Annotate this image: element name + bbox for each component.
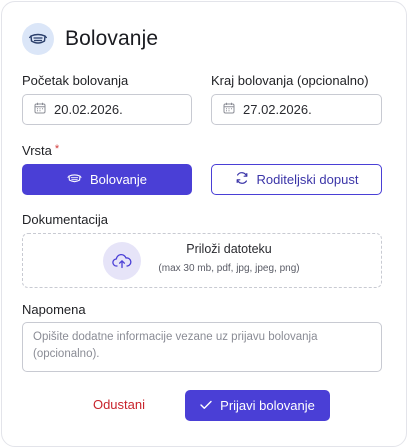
cycle-icon xyxy=(235,171,249,188)
dialog-title: Bolovanje xyxy=(65,27,159,50)
file-upload-dropzone[interactable]: Priloži datoteku (max 30 mb, pdf, jpg, j… xyxy=(22,233,382,288)
mask-icon xyxy=(22,23,54,55)
dialog-header: Bolovanje xyxy=(22,22,158,56)
cloud-upload-icon xyxy=(103,242,141,280)
sick-leave-dialog: Bolovanje Početak bolovanja 20.02.2026. … xyxy=(1,1,407,447)
start-date-field[interactable]: 20.02.2026. xyxy=(22,94,192,125)
start-date-label: Početak bolovanja xyxy=(22,73,129,88)
calendar-icon xyxy=(223,101,235,119)
check-icon xyxy=(200,398,212,413)
end-date-value: 27.02.2026. xyxy=(243,102,312,117)
end-date-label: Kraj bolovanja (opcionalno) xyxy=(211,73,369,88)
type-option-label: Bolovanje xyxy=(89,172,148,187)
type-option-label: Roditeljski dopust xyxy=(256,172,359,187)
type-option-sick-leave[interactable]: Bolovanje xyxy=(22,164,192,195)
upload-hint: (max 30 mb, pdf, jpg, jpeg, png) xyxy=(158,263,300,274)
mask-icon xyxy=(67,172,82,187)
type-label: Vrsta * xyxy=(22,143,59,158)
cancel-button[interactable]: Odustani xyxy=(80,397,158,417)
upload-title: Priloži datoteku xyxy=(186,242,272,256)
note-label: Napomena xyxy=(22,302,86,317)
note-textarea[interactable]: Opišite dodatne informacije vezane uz pr… xyxy=(22,322,382,372)
submit-button[interactable]: Prijavi bolovanje xyxy=(185,390,330,421)
submit-label: Prijavi bolovanje xyxy=(220,398,315,413)
documentation-label: Dokumentacija xyxy=(22,212,108,227)
start-date-value: 20.02.2026. xyxy=(54,102,123,117)
calendar-icon xyxy=(34,101,46,119)
required-mark: * xyxy=(54,143,60,155)
type-option-parental-leave[interactable]: Roditeljski dopust xyxy=(211,164,382,195)
type-label-text: Vrsta xyxy=(22,143,52,158)
end-date-field[interactable]: 27.02.2026. xyxy=(211,94,382,125)
